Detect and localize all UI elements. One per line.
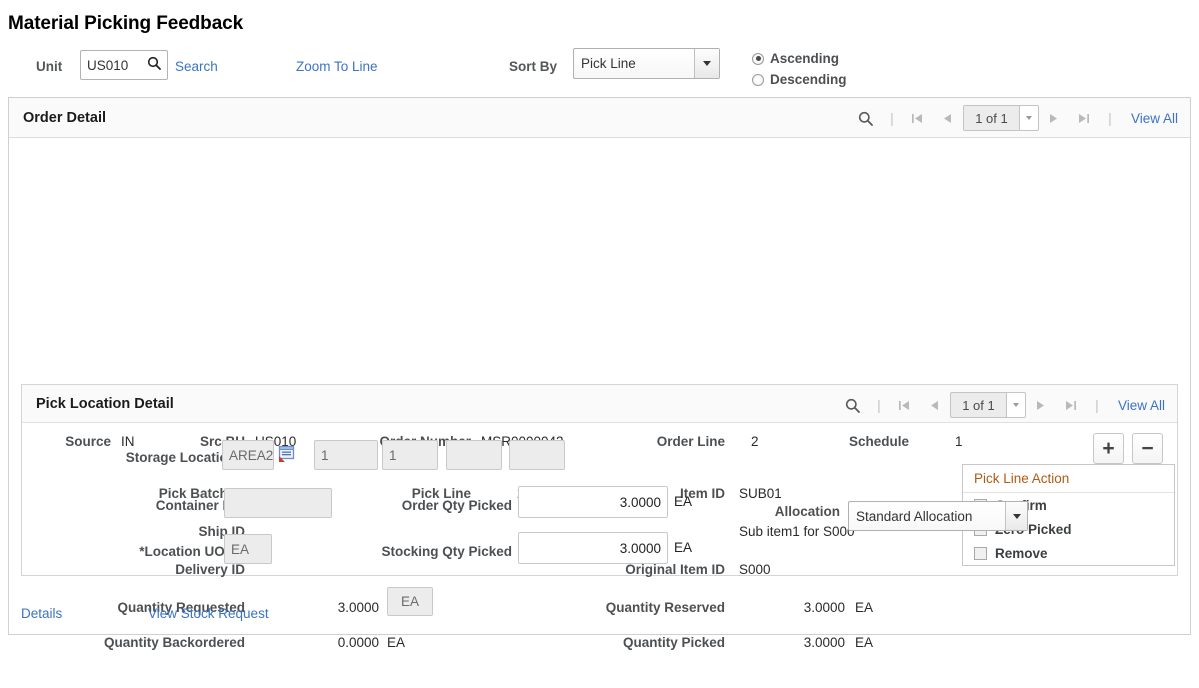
pager-divider-1: | <box>890 110 894 126</box>
quantity-picked-value: 3.0000 <box>803 635 845 650</box>
quantity-backordered-uom: EA <box>387 635 406 650</box>
storage-location-field-1-value: AREA2 <box>229 447 274 463</box>
page-title: Material Picking Feedback <box>8 13 244 34</box>
container-id-label: Container ID <box>155 498 236 513</box>
storage-location-label: Storage Location <box>125 450 236 465</box>
pick-location-detail-panel: Pick Location Detail | 1 of 1 | View All… <box>21 384 1178 576</box>
allocation-label: Allocation <box>774 504 840 519</box>
pager-divider-1: | <box>877 397 881 413</box>
order-detail-title: Order Detail <box>23 109 106 126</box>
first-page-icon[interactable] <box>903 112 933 125</box>
radio-descending-label: Descending <box>770 72 847 87</box>
location-uom-input[interactable]: EA <box>224 534 272 564</box>
radio-ascending-label: Ascending <box>770 51 840 66</box>
radio-ascending-control[interactable] <box>752 52 764 65</box>
order-detail-header: Order Detail | 1 of 1 | View All <box>9 98 1190 138</box>
allocation-selected-value: Standard Allocation <box>856 508 973 524</box>
quantity-reserved-value: 3.0000 <box>803 600 845 615</box>
order-qty-picked-value: 3.0000 <box>619 494 661 510</box>
details-link[interactable]: Details <box>21 606 62 621</box>
quantity-backordered-label: Quantity Backordered <box>103 635 245 650</box>
order-qty-picked-uom: EA <box>674 494 693 509</box>
toolbar: Unit US010 Search Zoom To Line Sort By P… <box>0 45 1199 123</box>
quantity-picked-label: Quantity Picked <box>622 635 725 650</box>
delete-row-button[interactable]: − <box>1132 433 1163 464</box>
storage-location-field-5[interactable] <box>509 440 565 470</box>
order-detail-page-dropdown-icon[interactable] <box>1018 105 1039 131</box>
find-icon[interactable] <box>851 111 881 126</box>
previous-page-icon[interactable] <box>933 112 963 125</box>
order-detail-pager: | 1 of 1 | View All <box>851 98 1178 138</box>
radio-descending[interactable]: Descending <box>752 69 847 90</box>
chevron-down-icon[interactable] <box>1005 502 1027 530</box>
unit-label: Unit <box>36 59 63 74</box>
sort-by-label: Sort By <box>509 59 558 74</box>
next-page-icon[interactable] <box>1026 399 1056 412</box>
pick-location-detail-body: + − Storage Location AREA2 1 1 Container… <box>22 423 1177 575</box>
quantity-reserved-label: Quantity Reserved <box>605 600 725 615</box>
sort-by-select[interactable]: Pick Line <box>573 48 720 79</box>
storage-location-field-1[interactable]: AREA2 <box>222 440 274 470</box>
pick-location-detail-header: Pick Location Detail | 1 of 1 | View All <box>22 385 1177 423</box>
row-action-buttons: + − <box>1093 433 1163 464</box>
pick-location-detail-page-count: 1 of 1 <box>949 392 1006 418</box>
pick-location-detail-pager: | 1 of 1 | View All <box>838 385 1165 425</box>
storage-location-field-3-value: 1 <box>389 447 397 463</box>
storage-location-field-3[interactable]: 1 <box>382 440 438 470</box>
last-page-icon[interactable] <box>1069 112 1099 125</box>
order-detail-body: Source IN Src BU US010 Order Number MSR0… <box>9 384 1190 650</box>
first-page-icon[interactable] <box>890 399 920 412</box>
container-id-input[interactable] <box>224 488 332 518</box>
order-detail-links: Details View Stock Request <box>21 606 269 621</box>
pager-divider-2: | <box>1108 110 1112 126</box>
zoom-to-line-link[interactable]: Zoom To Line <box>296 59 378 74</box>
location-uom-value: EA <box>231 541 250 557</box>
add-row-button[interactable]: + <box>1093 433 1124 464</box>
quantity-reserved-uom: EA <box>855 600 874 615</box>
unit-input-value: US010 <box>87 57 129 73</box>
next-page-icon[interactable] <box>1039 112 1069 125</box>
stocking-qty-picked-label: Stocking Qty Picked <box>381 544 512 559</box>
storage-location-field-2[interactable]: 1 <box>314 440 378 470</box>
radio-ascending[interactable]: Ascending <box>752 48 847 69</box>
order-qty-picked-input[interactable]: 3.0000 <box>518 486 668 518</box>
chevron-down-icon[interactable] <box>694 49 719 78</box>
location-uom-label: *Location UOM <box>139 544 236 559</box>
search-link[interactable]: Search <box>175 59 218 74</box>
quantity-backordered-value: 0.0000 <box>337 635 379 650</box>
storage-location-field-4[interactable] <box>446 440 502 470</box>
pick-location-detail-page-dropdown-icon[interactable] <box>1005 392 1026 418</box>
previous-page-icon[interactable] <box>920 399 950 412</box>
order-detail-panel: Order Detail | 1 of 1 | View All Source … <box>8 97 1191 650</box>
stocking-qty-picked-uom: EA <box>674 540 693 555</box>
quantity-picked-uom: EA <box>855 635 874 650</box>
order-detail-page-count: 1 of 1 <box>962 105 1019 131</box>
quantity-requested-uom: EA <box>387 587 433 616</box>
storage-location-lookup-icon[interactable] <box>278 445 296 468</box>
stocking-qty-picked-input[interactable]: 3.0000 <box>518 532 668 564</box>
pick-location-detail-title: Pick Location Detail <box>36 395 174 412</box>
pager-divider-2: | <box>1095 397 1099 413</box>
view-stock-request-link[interactable]: View Stock Request <box>148 606 269 621</box>
sort-direction-group: Ascending Descending <box>752 48 847 90</box>
allocation-select[interactable]: Standard Allocation <box>848 501 1028 531</box>
radio-descending-control[interactable] <box>752 73 764 86</box>
search-icon[interactable] <box>147 56 167 75</box>
pick-location-detail-view-all-link[interactable]: View All <box>1118 398 1165 413</box>
quantity-requested-value: 3.0000 <box>337 600 379 615</box>
last-page-icon[interactable] <box>1056 399 1086 412</box>
order-detail-view-all-link[interactable]: View All <box>1131 111 1178 126</box>
storage-location-field-2-value: 1 <box>321 447 329 463</box>
order-qty-picked-label: Order Qty Picked <box>401 498 512 513</box>
sort-by-selected-value: Pick Line <box>581 56 636 71</box>
stocking-qty-picked-value: 3.0000 <box>619 540 661 556</box>
find-icon[interactable] <box>838 398 868 413</box>
unit-input[interactable]: US010 <box>80 50 168 80</box>
